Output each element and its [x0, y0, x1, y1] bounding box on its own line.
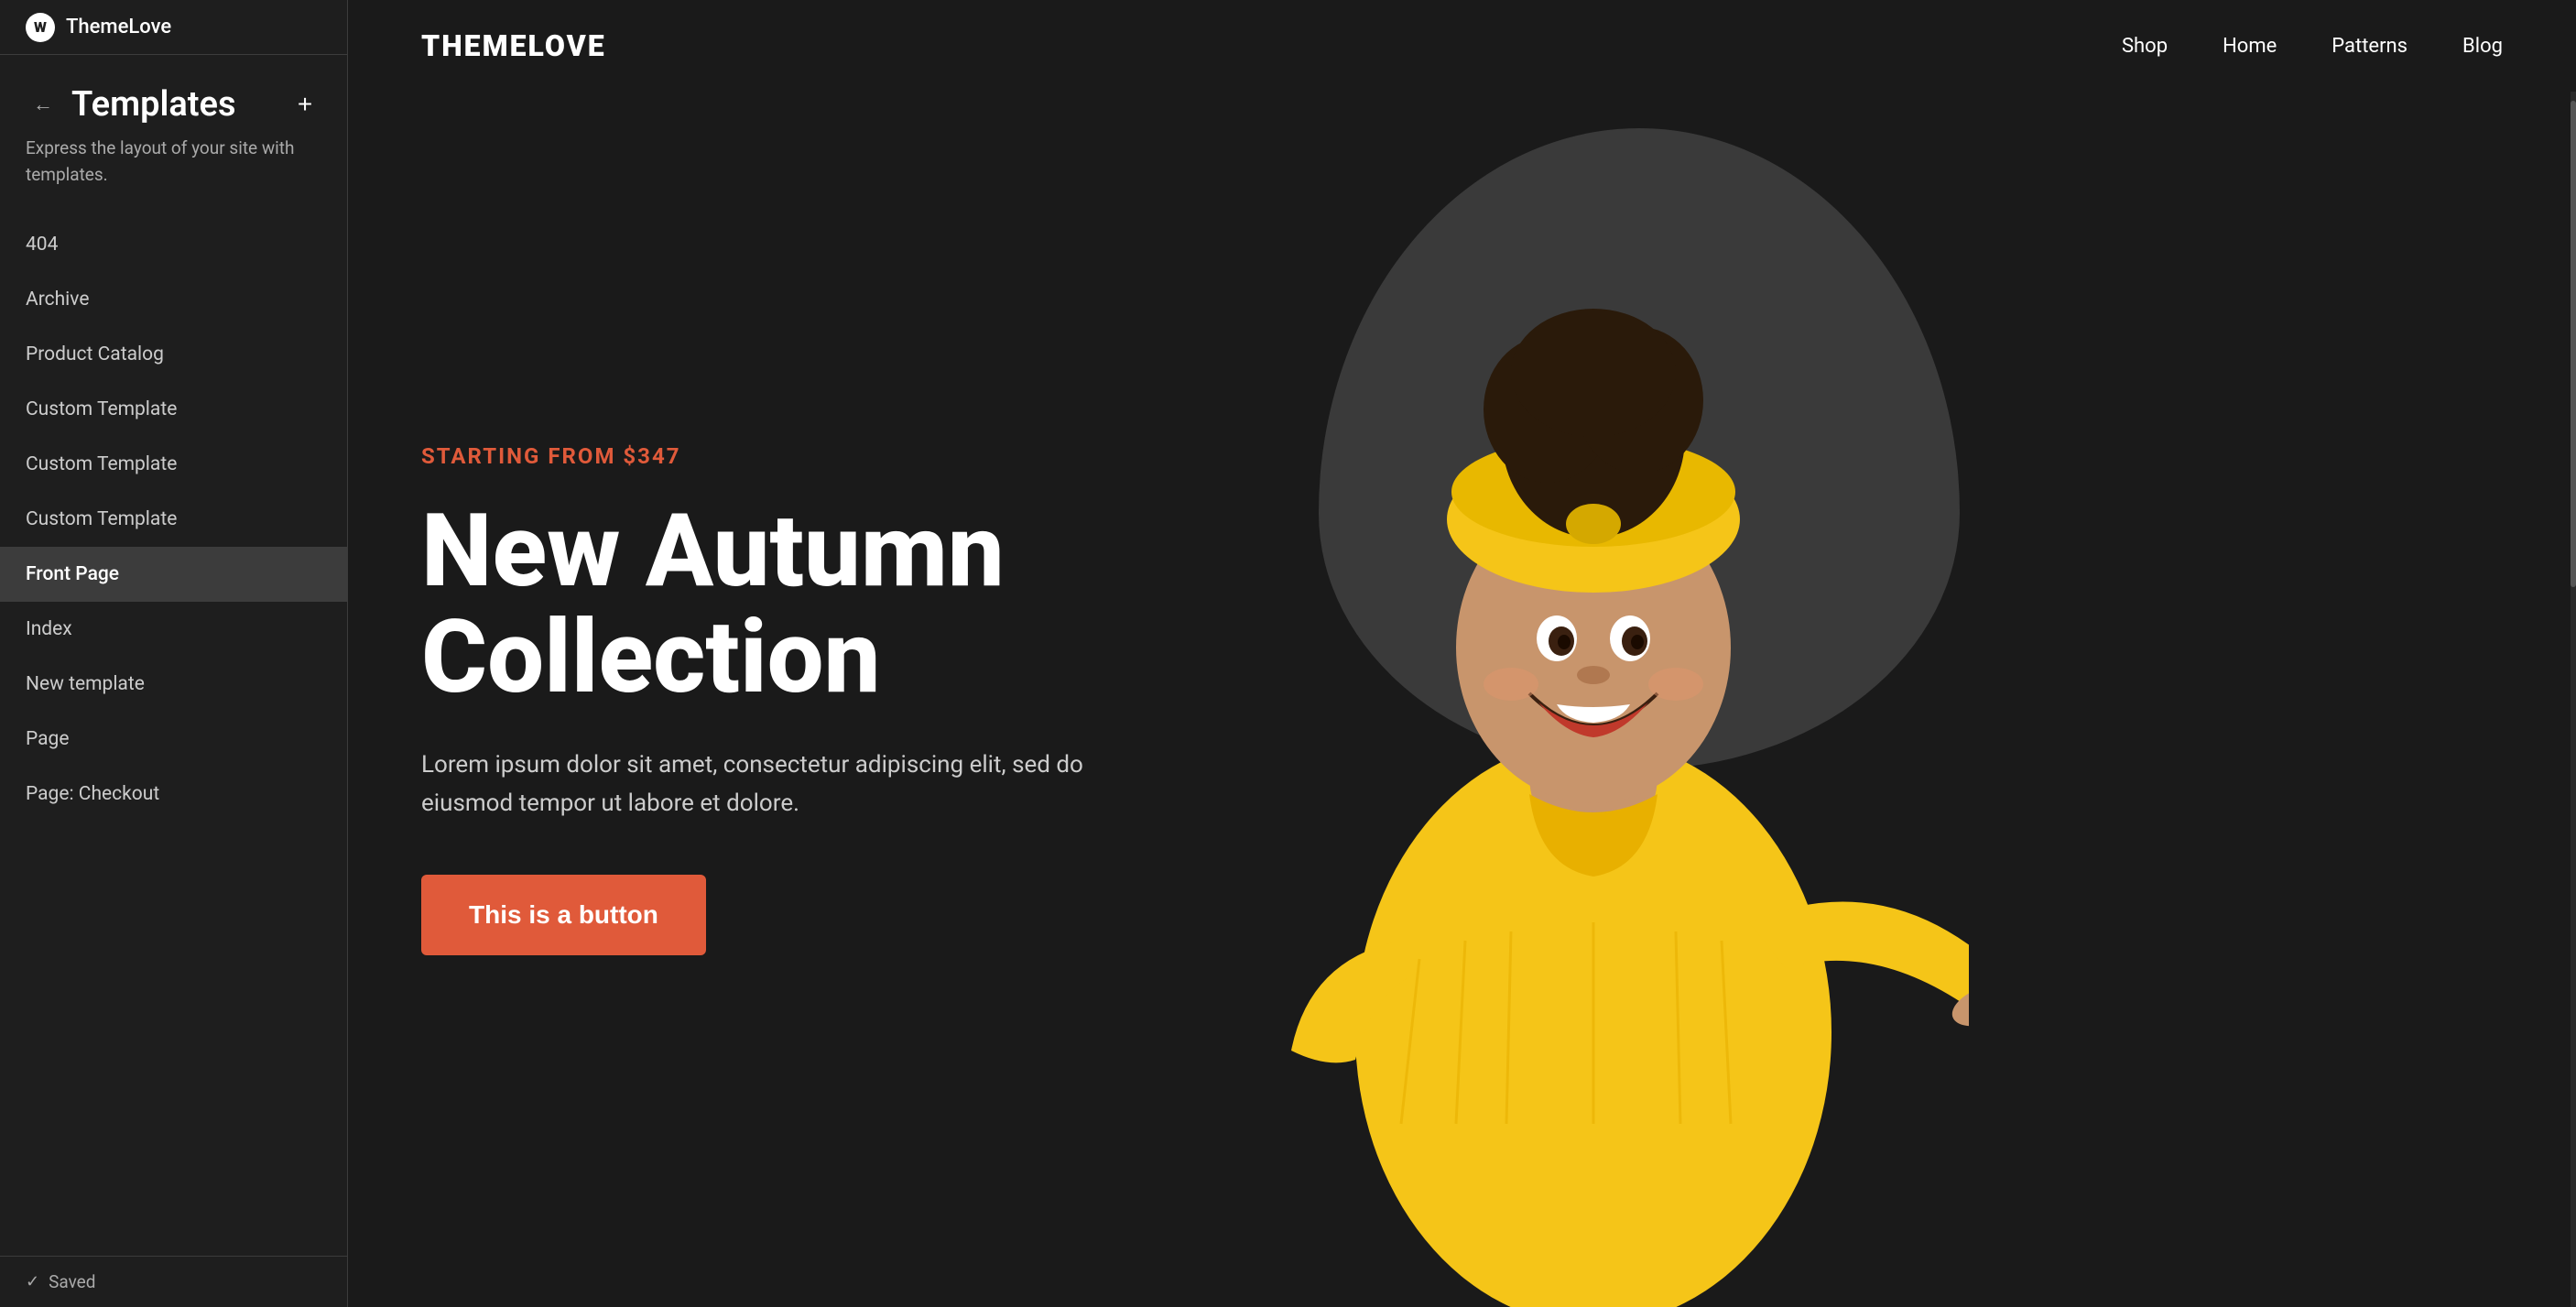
sidebar-item-index[interactable]: Index	[0, 602, 347, 657]
sidebar: W ThemeLove ← Templates + Express the la…	[0, 0, 348, 1307]
hero-image-area	[1172, 92, 1996, 1307]
wp-logo: W	[26, 13, 55, 42]
scrollbar-track[interactable]	[2571, 92, 2576, 1307]
add-template-button[interactable]: +	[288, 88, 321, 121]
hero-title-line1: New Autumn	[421, 492, 1005, 610]
sidebar-item-new-template[interactable]: New template	[0, 657, 347, 712]
sidebar-item-label: New template	[26, 673, 145, 695]
sidebar-nav: 404 Archive Product Catalog Custom Templ…	[0, 210, 347, 1256]
sidebar-item-custom-template-1[interactable]: Custom Template	[0, 382, 347, 437]
sidebar-item-archive[interactable]: Archive	[0, 272, 347, 327]
sidebar-footer: ✓ Saved	[0, 1256, 347, 1307]
sidebar-item-label: Page: Checkout	[26, 783, 159, 805]
back-button[interactable]: ←	[26, 89, 60, 120]
templates-header: ← Templates +	[0, 55, 347, 136]
site-name: ThemeLove	[66, 16, 171, 38]
hero-title-line2: Collection	[421, 598, 881, 716]
saved-check-icon: ✓	[26, 1272, 39, 1291]
hero-content: STARTING FROM $347 New Autumn Collection…	[348, 92, 1172, 1307]
nav-item-home[interactable]: Home	[2223, 35, 2277, 58]
preview-logo: THEMELOVE	[421, 28, 606, 63]
sidebar-item-label: 404	[26, 234, 58, 256]
sidebar-item-label: Index	[26, 618, 72, 640]
sidebar-item-label: Custom Template	[26, 398, 177, 420]
sidebar-item-page[interactable]: Page	[0, 712, 347, 767]
sidebar-item-404[interactable]: 404	[0, 217, 347, 272]
nav-item-patterns[interactable]: Patterns	[2331, 35, 2408, 58]
sidebar-item-front-page[interactable]: Front Page	[0, 547, 347, 602]
sidebar-item-label: Product Catalog	[26, 343, 164, 365]
sidebar-item-label: Archive	[26, 289, 89, 310]
hero-person-illustration	[1236, 208, 1969, 1307]
scrollbar-thumb	[2571, 101, 2576, 587]
nav-item-blog[interactable]: Blog	[2462, 35, 2503, 58]
sidebar-header: W ThemeLove	[0, 0, 347, 55]
saved-status: Saved	[49, 1271, 95, 1292]
sidebar-item-label: Custom Template	[26, 508, 177, 530]
sidebar-item-custom-template-2[interactable]: Custom Template	[0, 437, 347, 492]
hero-section: STARTING FROM $347 New Autumn Collection…	[348, 92, 2576, 1307]
preview-site-header: THEMELOVE Shop Home Patterns Blog	[348, 0, 2576, 92]
main-preview: THEMELOVE Shop Home Patterns Blog STARTI…	[348, 0, 2576, 1307]
wp-logo-text: W	[34, 18, 47, 36]
sidebar-title: Templates	[71, 84, 235, 125]
sidebar-item-label: Front Page	[26, 563, 119, 585]
hero-tag: STARTING FROM $347	[421, 443, 1099, 469]
sidebar-item-product-catalog[interactable]: Product Catalog	[0, 327, 347, 382]
hero-title: New Autumn Collection	[421, 498, 1099, 710]
hero-description: Lorem ipsum dolor sit amet, consectetur …	[421, 746, 1099, 822]
sidebar-item-page-checkout[interactable]: Page: Checkout	[0, 767, 347, 822]
nav-item-shop[interactable]: Shop	[2122, 35, 2168, 58]
preview-nav: Shop Home Patterns Blog	[2122, 35, 2503, 58]
sidebar-item-label: Page	[26, 728, 70, 750]
sidebar-description: Express the layout of your site with tem…	[0, 136, 347, 210]
hero-cta-button[interactable]: This is a button	[421, 875, 706, 955]
sidebar-item-custom-template-3[interactable]: Custom Template	[0, 492, 347, 547]
sidebar-item-label: Custom Template	[26, 453, 177, 475]
